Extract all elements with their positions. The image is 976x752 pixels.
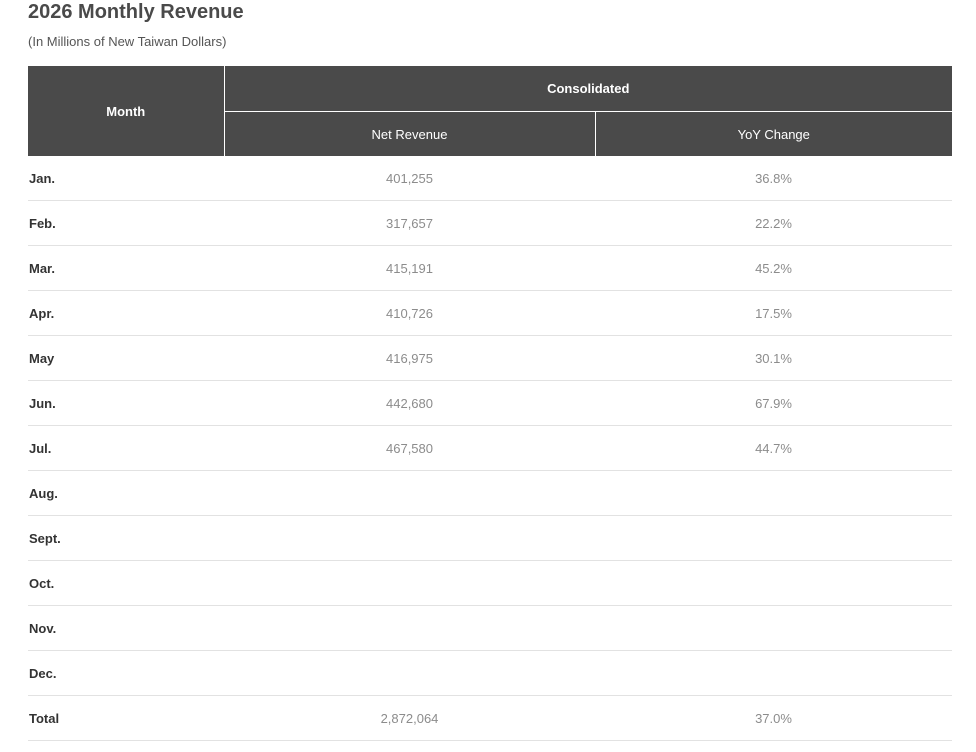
monthly-revenue-table: Month Consolidated Net Revenue YoY Chang… xyxy=(28,66,952,741)
net-revenue-cell xyxy=(224,470,595,516)
month-cell: Dec. xyxy=(28,650,224,696)
month-cell: Jul. xyxy=(28,425,224,471)
yoy-change-cell xyxy=(595,605,952,651)
net-revenue-cell: 317,657 xyxy=(224,200,595,246)
net-revenue-cell: 410,726 xyxy=(224,290,595,336)
net-revenue-cell xyxy=(224,515,595,561)
total-label-cell: Total xyxy=(28,695,224,741)
table-row: Jul. 467,580 44.7% xyxy=(28,425,952,471)
table-row: Jan. 401,255 36.8% xyxy=(28,156,952,201)
net-revenue-cell: 416,975 xyxy=(224,335,595,381)
month-cell: Jan. xyxy=(28,156,224,201)
table-row: Oct. xyxy=(28,560,952,606)
month-cell: Feb. xyxy=(28,200,224,246)
month-cell: Sept. xyxy=(28,515,224,561)
table-row: Aug. xyxy=(28,470,952,516)
net-revenue-cell: 467,580 xyxy=(224,425,595,471)
consolidated-group-header: Consolidated xyxy=(224,66,952,112)
net-revenue-cell xyxy=(224,650,595,696)
page-title: 2026 Monthly Revenue xyxy=(28,1,244,23)
total-row: Total 2,872,064 37.0% xyxy=(28,695,952,741)
yoy-change-cell xyxy=(595,650,952,696)
net-revenue-cell: 401,255 xyxy=(224,156,595,201)
yoy-change-cell: 30.1% xyxy=(595,335,952,381)
month-cell: Aug. xyxy=(28,470,224,516)
table-row: Jun. 442,680 67.9% xyxy=(28,380,952,426)
net-revenue-cell: 415,191 xyxy=(224,245,595,291)
yoy-change-cell: 36.8% xyxy=(595,156,952,201)
table-row: Apr. 410,726 17.5% xyxy=(28,290,952,336)
month-cell: Mar. xyxy=(28,245,224,291)
table-row: Dec. xyxy=(28,650,952,696)
month-column-header: Month xyxy=(28,66,225,156)
net-revenue-column-header: Net Revenue xyxy=(224,111,596,156)
total-net-revenue-cell: 2,872,064 xyxy=(224,695,595,741)
yoy-change-cell xyxy=(595,470,952,516)
net-revenue-cell xyxy=(224,605,595,651)
table-header: Month Consolidated Net Revenue YoY Chang… xyxy=(28,66,952,156)
yoy-change-cell: 44.7% xyxy=(595,425,952,471)
yoy-change-cell xyxy=(595,560,952,606)
table-row: Mar. 415,191 45.2% xyxy=(28,245,952,291)
page-subtitle: (In Millions of New Taiwan Dollars) xyxy=(28,34,227,49)
yoy-change-cell: 17.5% xyxy=(595,290,952,336)
month-cell: Apr. xyxy=(28,290,224,336)
yoy-change-cell xyxy=(595,515,952,561)
yoy-change-cell: 45.2% xyxy=(595,245,952,291)
month-cell: Jun. xyxy=(28,380,224,426)
yoy-change-cell: 22.2% xyxy=(595,200,952,246)
total-yoy-change-cell: 37.0% xyxy=(595,695,952,741)
table-row: Sept. xyxy=(28,515,952,561)
net-revenue-cell: 442,680 xyxy=(224,380,595,426)
month-cell: May xyxy=(28,335,224,381)
table-row: Feb. 317,657 22.2% xyxy=(28,200,952,246)
month-cell: Nov. xyxy=(28,605,224,651)
table-row: Nov. xyxy=(28,605,952,651)
table-row: May 416,975 30.1% xyxy=(28,335,952,381)
yoy-change-cell: 67.9% xyxy=(595,380,952,426)
net-revenue-cell xyxy=(224,560,595,606)
yoy-change-column-header: YoY Change xyxy=(595,111,952,156)
month-cell: Oct. xyxy=(28,560,224,606)
table-body: Jan. 401,255 36.8% Feb. 317,657 22.2% Ma… xyxy=(28,156,952,741)
